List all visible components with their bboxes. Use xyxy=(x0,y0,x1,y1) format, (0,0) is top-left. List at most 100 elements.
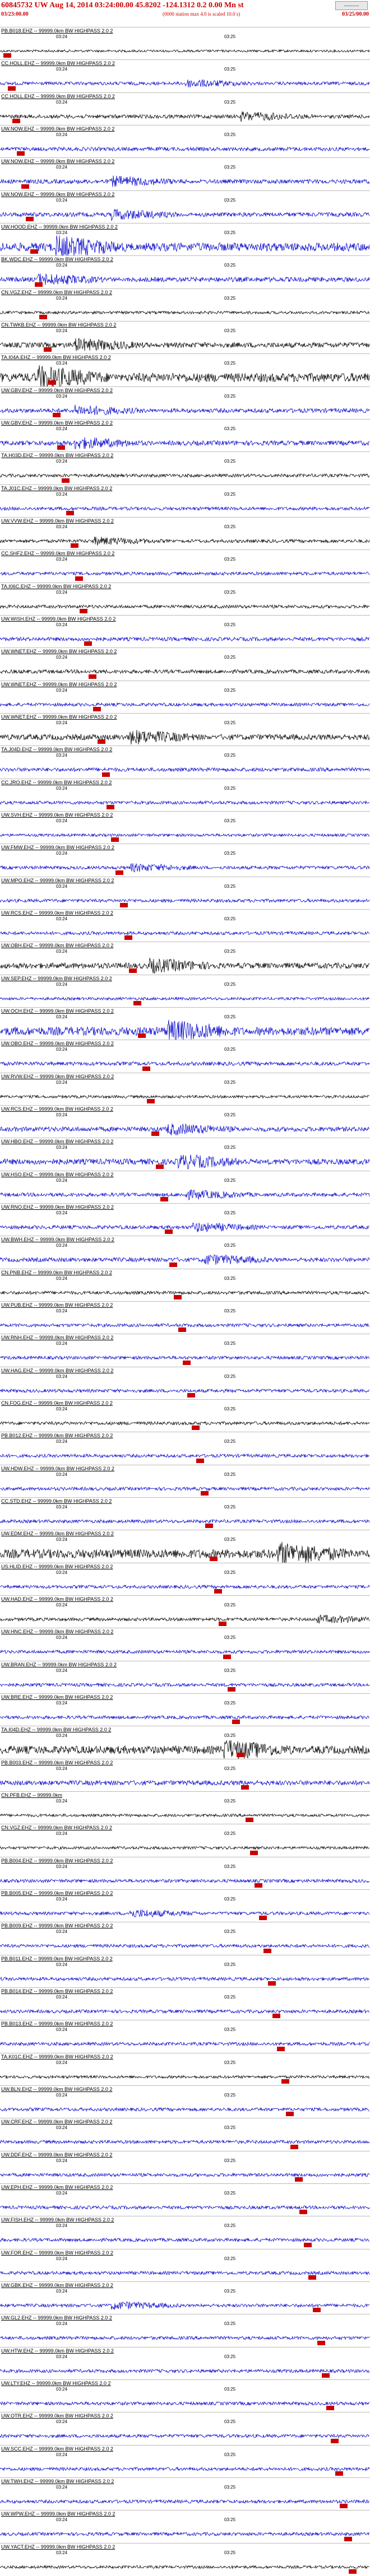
trace-label[interactable]: UW.VVW.EHZ -- 99999.0km BW HIGHPASS 2.0 … xyxy=(1,518,114,524)
trace-label[interactable]: UW.YACT.EHZ -- 99999.0km BW HIGHPASS 2.0… xyxy=(1,2544,115,2550)
waveform xyxy=(0,310,370,315)
trace-label[interactable]: TA.J04D.EHZ -- 99999.0km BW HIGHPASS 2.0… xyxy=(1,747,112,752)
waveform xyxy=(0,1650,370,1655)
trace-label[interactable]: UW.WNET.EHZ -- 99999.0km BW HIGHPASS 2.0… xyxy=(1,649,117,654)
arrival-marker xyxy=(107,804,114,809)
seismogram-trace: CN.TWKB.EHZ -- 99999.0km BW HIGHPASS 2.0… xyxy=(0,321,370,354)
arrival-marker xyxy=(232,1720,240,1725)
trace-label[interactable]: UW.TWH.EHZ -- 99999.0km BW HIGHPASS 2.0 … xyxy=(1,2479,114,2484)
trace-label[interactable]: PB.B004.EHZ -- 99999.0km BW HIGHPASS 2.0… xyxy=(1,1858,113,1864)
trace-label[interactable]: PB.B018.EHZ -- 99999.0km BW HIGHPASS 2.0… xyxy=(1,28,113,34)
trace-label[interactable]: CN.PFB.EHZ -- 99999.0km xyxy=(1,1792,62,1798)
waveform xyxy=(0,1222,370,1232)
trace-label[interactable]: UW.RNO.EHZ -- 99999.0km BW HIGHPASS 2.0 … xyxy=(1,1204,114,1210)
trace-label[interactable]: UW.BRAN.EHZ -- 99999.0km BW HIGHPASS 2.0… xyxy=(1,1662,117,1667)
trace-label[interactable]: UW.HOOD.EHZ -- 99999.0km BW HIGHPASS 2.0… xyxy=(1,224,118,230)
trace-label[interactable]: UW.GBK.EHZ -- 99999.0km BW HIGHPASS 2.0 … xyxy=(1,2282,113,2288)
trace-label[interactable]: UW.RCS.EHZ -- 99999.0km BW HIGHPASS 2.0 … xyxy=(1,1106,113,1112)
trace-label[interactable]: UW.CRF.EHZ -- 99999.0km BW HIGHPASS 2.0 … xyxy=(1,2119,112,2125)
waveform-line xyxy=(0,958,370,974)
waveform-line xyxy=(0,506,370,511)
trace-label[interactable]: UW.WNET.EHZ -- 99999.0km BW HIGHPASS 2.0… xyxy=(1,682,117,687)
trace-label[interactable]: UW.RNH.EHZ -- 99999.0km BW HIGHPASS 2.0 … xyxy=(1,1335,113,1340)
trace-label[interactable]: PB.B003.EHZ -- 99999.0km BW HIGHPASS 2.0… xyxy=(1,1760,113,1766)
trace-label[interactable]: UW.MPO.EHZ -- 99999.0km BW HIGHPASS 2.0 … xyxy=(1,878,114,883)
trace-label[interactable]: PB.B009.EHZ -- 99999.0km BW HIGHPASS 2.0… xyxy=(1,1923,113,1928)
trace-label[interactable]: UW.OBO.EHZ -- 99999.0km BW HIGHPASS 2.0 … xyxy=(1,1041,114,1046)
trace-label[interactable]: CN.FOG.EHZ -- 99999.0km BW HIGHPASS 2.0 … xyxy=(1,1400,113,1406)
trace-label[interactable]: TA.K01C.EHZ -- 99999.0km BW HIGHPASS 2.0… xyxy=(1,2054,113,2060)
trace-label[interactable]: UW.HAD.EHZ -- 99999.0km BW HIGHPASS 2.0 … xyxy=(1,1596,113,1602)
trace-label[interactable]: CC.JRO.EHZ -- 99999.0km BW HIGHPASS 2.0 … xyxy=(1,780,112,785)
trace-label[interactable]: PB.B012.EHZ -- 99999.0km BW HIGHPASS 2.0… xyxy=(1,1433,113,1438)
trace-label[interactable]: UW.OCH.EHZ -- 99999.0km BW HIGHPASS 2.0 … xyxy=(1,1008,114,1014)
trace-label[interactable]: UW.HSO.EHZ -- 99999.0km BW HIGHPASS 2.0 … xyxy=(1,1172,113,1177)
trace-label[interactable]: UW.EPH.EHZ -- 99999.0km BW HIGHPASS 2.0 … xyxy=(1,2184,113,2190)
trace-label[interactable]: UW.HAG.EHZ -- 99999.0km BW HIGHPASS 2.0 … xyxy=(1,1368,113,1373)
arrival-marker xyxy=(75,576,83,581)
arrival-marker xyxy=(196,1458,204,1463)
trace-label[interactable]: UW.EDM.EHZ -- 99999.0km BW HIGHPASS 2.0 … xyxy=(1,1531,114,1536)
trace-label[interactable]: UW.WNET.EHZ -- 99999.0km BW HIGHPASS 2.0… xyxy=(1,714,117,720)
trace-label[interactable]: UW.RCS.EHZ -- 99999.0km BW HIGHPASS 2.0 … xyxy=(1,910,113,916)
trace-label[interactable]: UW.GBV.EHZ -- 99999.0km BW HIGHPASS 2.0 … xyxy=(1,420,113,426)
trace-label[interactable]: CN.TWKB.EHZ -- 99999.0km BW HIGHPASS 2.0… xyxy=(1,322,116,328)
trace-label[interactable]: CN.VGZ.EHZ -- 99999.0km BW HIGHPASS 2.0 … xyxy=(1,290,112,295)
trace-label[interactable]: UW.OTR.EHZ -- 99999.0km BW HIGHPASS 2.0 … xyxy=(1,2413,113,2419)
trace-label[interactable]: UW.SEP.EHZ -- 99999.0km BW HIGHPASS 2.0 … xyxy=(1,976,112,981)
trace-label[interactable]: UW.NOW.EHZ -- 99999.0km BW HIGHPASS 2.0 … xyxy=(1,159,114,164)
trace-label[interactable]: UW.SCC.EHZ -- 99999.0km BW HIGHPASS 2.0 … xyxy=(1,2446,113,2452)
waveform xyxy=(0,2074,370,2079)
seismogram-trace: UW.RCS.EHZ -- 99999.0km BW HIGHPASS 2.0 … xyxy=(0,1105,370,1138)
trace-label[interactable]: UW.SVH.EHZ -- 99999.0km BW HIGHPASS 2.0 … xyxy=(1,812,113,818)
seismogram-trace: BK.WDC.EHZ -- 99999.0km BW HIGHPASS 2.0 … xyxy=(0,255,370,288)
trace-label[interactable]: UW.LTY.EHZ -- 99999.0km BW HIGHPASS 2.0 … xyxy=(1,2381,111,2386)
trace-label[interactable]: UW.HTW.EHZ -- 99999.0km BW HIGHPASS 2.0 … xyxy=(1,2348,114,2354)
trace-label[interactable]: UW.FOR.EHZ -- 99999.0km BW HIGHPASS 2.0 … xyxy=(1,2250,113,2256)
header-button[interactable]: --------- xyxy=(335,1,368,10)
trace-label[interactable]: UW.PUB.EHZ -- 99999.0km BW HIGHPASS 2.0 … xyxy=(1,1302,113,1308)
trace-label[interactable]: UW.GL2.EHZ -- 99999.0km BW HIGHPASS 2.0 … xyxy=(1,2315,112,2321)
trace-label[interactable]: US.HLID.EHZ -- 99999.0km BW HIGHPASS 2.0… xyxy=(1,1564,113,1569)
arrival-marker xyxy=(331,2438,339,2443)
trace-label[interactable]: UW.NOW.EHZ -- 99999.0km BW HIGHPASS 2.0 … xyxy=(1,126,114,132)
trace-label[interactable]: CN.VGZ.EHZ -- 99999.0km BW HIGHPASS 2.0 … xyxy=(1,1825,112,1830)
seismogram-trace: PB.B003.EHZ -- 99999.0km BW HIGHPASS 2.0… xyxy=(0,1758,370,1792)
waveform-line xyxy=(0,800,369,805)
arrival-marker xyxy=(30,249,38,254)
trace-label[interactable]: UW.RVW.EHZ -- 99999.0km BW HIGHPASS 2.0 … xyxy=(1,1074,114,1079)
trace-label[interactable]: CC.STD.EHZ -- 99999.0km BW HIGHPASS 2.0 … xyxy=(1,1498,112,1504)
seismogram-trace: CC.STD.EHZ -- 99999.0km BW HIGHPASS 2.0 … xyxy=(0,1497,370,1530)
trace-label[interactable]: UW.FISH.EHZ -- 99999.0km BW HIGHPASS 2.0… xyxy=(1,2217,114,2223)
trace-label[interactable]: UW.FMW.EHZ -- 99999.0km BW HIGHPASS 2.0 … xyxy=(1,845,114,850)
trace-label[interactable]: UW.GBV.EHZ -- 99999.0km BW HIGHPASS 2.0 … xyxy=(1,388,113,393)
trace-label[interactable]: UW.BRE.EHZ -- 99999.0km BW HIGHPASS 2.0 … xyxy=(1,1694,113,1700)
trace-label[interactable]: PB.B013.EHZ -- 99999.0km BW HIGHPASS 2.0… xyxy=(1,2021,113,2027)
waveform xyxy=(0,49,370,53)
trace-label[interactable]: TA.I04A.EHZ -- 99999.0km BW HIGHPASS 2.0… xyxy=(1,355,111,360)
waveform xyxy=(0,1453,370,1459)
trace-label[interactable]: PB.B011.EHZ -- 99999.0km BW HIGHPASS 2.0… xyxy=(1,1956,113,1962)
trace-label[interactable]: PB.B014.EHZ -- 99999.0km BW HIGHPASS 2.0… xyxy=(1,1988,113,1994)
trace-label[interactable]: UW.BLN.EHZ -- 99999.0km BW HIGHPASS 2.0 … xyxy=(1,2086,112,2092)
trace-label[interactable]: UW.NOW.EHZ -- 99999.0km BW HIGHPASS 2.0 … xyxy=(1,192,114,197)
trace-label[interactable]: TA.J01C.EHZ -- 99999.0km BW HIGHPASS 2.0… xyxy=(1,486,112,491)
trace-label[interactable]: CC.SHF2.EHZ -- 99999.0km BW HIGHPASS 2.0… xyxy=(1,551,114,556)
trace-label[interactable]: PB.B005.EHZ -- 99999.0km BW HIGHPASS 2.0… xyxy=(1,1890,113,1896)
trace-label[interactable]: UW.HNC.EHZ -- 99999.0km BW HIGHPASS 2.0 … xyxy=(1,1629,113,1634)
trace-label[interactable]: UW.HDW.EHZ -- 99999.0km BW HIGHPASS 2.0 … xyxy=(1,1466,114,1471)
trace-label[interactable]: UW.WPW.EHZ -- 99999.0km BW HIGHPASS 2.0 … xyxy=(1,2511,115,2517)
trace-label[interactable]: UW.OBH.EHZ -- 99999.0km BW HIGHPASS 2.0 … xyxy=(1,943,113,948)
trace-label[interactable]: CC.HOLL.EHZ -- 99999.0km BW HIGHPASS 2.0… xyxy=(1,60,115,66)
trace-label[interactable]: UW.BWH.EHZ -- 99999.0km BW HIGHPASS 2.0 … xyxy=(1,1237,114,1242)
trace-label[interactable]: BK.WDC.EHZ -- 99999.0km BW HIGHPASS 2.0 … xyxy=(1,257,113,262)
trace-label[interactable]: TA.H03D.EHZ -- 99999.0km BW HIGHPASS 2.0… xyxy=(1,453,113,458)
trace-label[interactable]: UW.WISH.EHZ -- 99999.0km BW HIGHPASS 2.0… xyxy=(1,616,115,622)
trace-label[interactable]: TA.I04D.EHZ -- 99999.0km BW HIGHPASS 2.0… xyxy=(1,1727,111,1732)
trace-label[interactable]: CN.PNB.EHZ -- 99999.0km BW HIGHPASS 2.0 … xyxy=(1,1270,112,1275)
trace-label[interactable]: UW.DDF.EHZ -- 99999.0km BW HIGHPASS 2.0 … xyxy=(1,2152,112,2158)
waveform-line xyxy=(0,273,370,286)
trace-label[interactable]: TA.I06C.EHZ -- 99999.0km BW HIGHPASS 2.0… xyxy=(1,584,111,589)
trace-label[interactable]: CC.HOLL.EHZ -- 99999.0km BW HIGHPASS 2.0… xyxy=(1,94,115,99)
trace-label[interactable]: UW.HBO.EHZ -- 99999.0km BW HIGHPASS 2.0 … xyxy=(1,1139,113,1144)
